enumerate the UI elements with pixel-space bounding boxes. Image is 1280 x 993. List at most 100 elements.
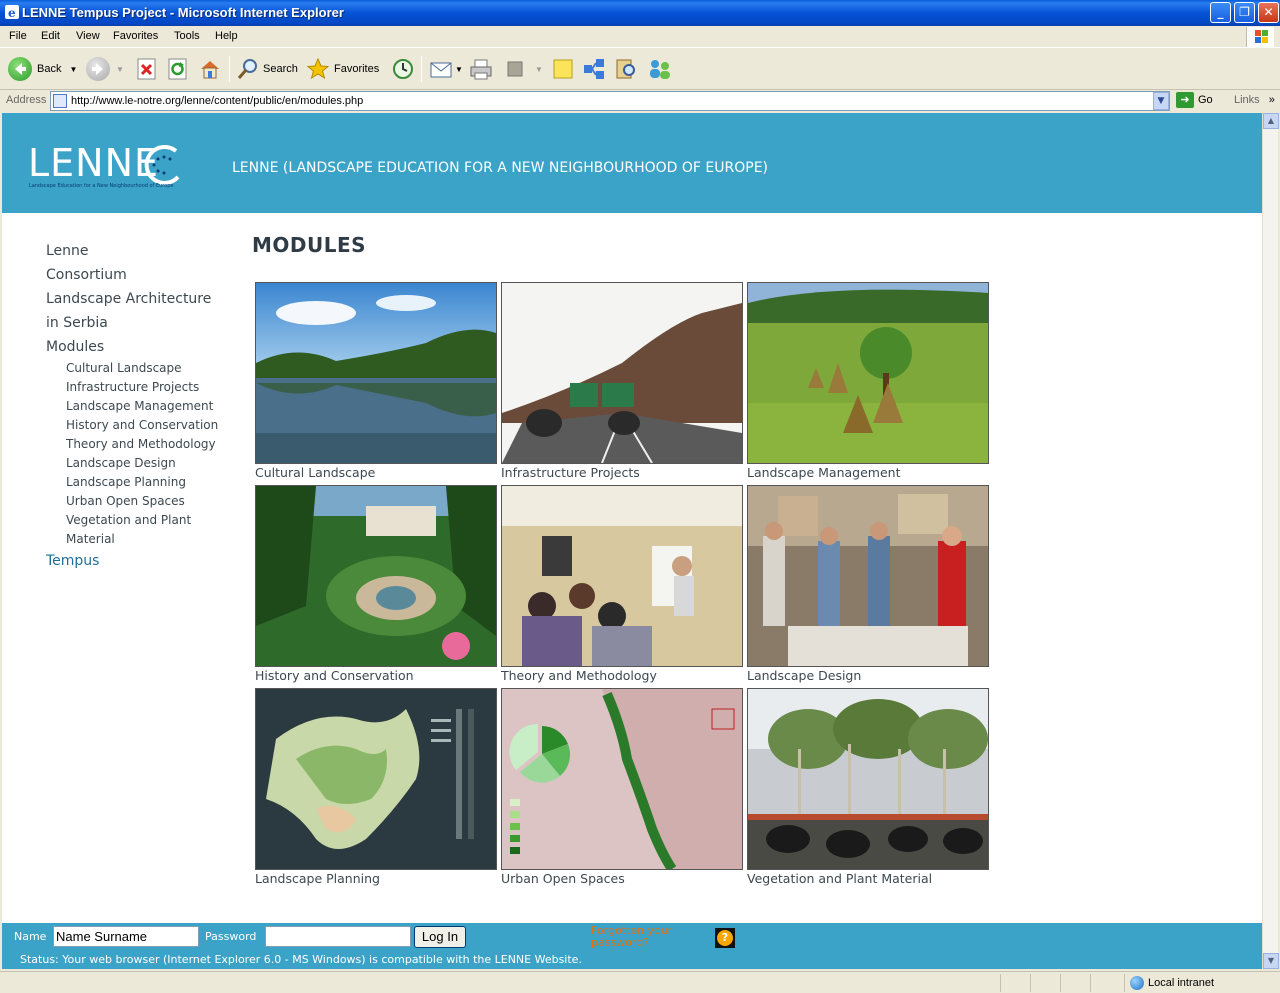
module-tile[interactable]: History and Conservation [255,485,497,683]
nav-landscape-management[interactable]: Landscape Management [46,397,236,416]
nav-infrastructure-projects[interactable]: Infrastructure Projects [46,378,236,397]
home-button[interactable] [198,55,222,83]
mail-button[interactable]: ▼ [429,55,463,83]
history-button[interactable] [391,55,415,83]
menu-favorites[interactable]: Favorites [113,30,158,42]
forward-dropdown-icon[interactable]: ▼ [116,65,124,74]
site-header: LENNE Landscape Education for a New Neig… [2,113,1262,213]
module-caption[interactable]: Vegetation and Plant Material [747,871,989,886]
module-image-lake[interactable] [255,282,497,464]
module-tile[interactable]: Urban Open Spaces [501,688,743,886]
module-tile[interactable]: Vegetation and Plant Material [747,688,989,886]
messenger-button[interactable] [582,55,606,83]
nav-theory-and-methodology[interactable]: Theory and Methodology [46,435,236,454]
module-image-garden[interactable] [255,485,497,667]
search-icon [237,59,257,79]
close-button[interactable]: ✕ [1258,2,1279,23]
links-button[interactable]: Links » [1234,94,1275,106]
maximize-button[interactable]: ❐ [1234,2,1255,23]
edit-dropdown-icon[interactable]: ▼ [535,65,543,74]
module-image-urban-map[interactable] [501,688,743,870]
favorites-star-icon [306,57,330,80]
module-tile[interactable]: Landscape Design [747,485,989,683]
nav-cultural-landscape[interactable]: Cultural Landscape [46,359,236,378]
lenne-logo[interactable]: LENNE Landscape Education for a New Neig… [28,137,188,197]
window-title: LENNE Tempus Project - Microsoft Interne… [22,5,344,20]
menu-edit[interactable]: Edit [41,30,60,42]
module-tile[interactable]: Theory and Methodology [501,485,743,683]
module-image-haystacks[interactable] [747,282,989,464]
module-caption[interactable]: Cultural Landscape [255,465,497,480]
module-tile[interactable]: Cultural Landscape [255,282,497,480]
nav-urban-open-spaces[interactable]: Urban Open Spaces [46,492,236,511]
search-button[interactable]: Search [236,55,298,83]
edit-button[interactable]: ▼ [505,55,543,83]
stop-button[interactable] [136,55,158,83]
nav-consortium[interactable]: Consortium [46,263,236,287]
password-input[interactable] [265,926,411,947]
address-bar: Address http://www.le-notre.org/lenne/co… [0,90,1280,112]
nav-in-serbia[interactable]: in Serbia [46,311,236,335]
nav-history-and-conservation[interactable]: History and Conservation [46,416,236,435]
module-caption[interactable]: Urban Open Spaces [501,871,743,886]
discuss-button[interactable] [551,55,575,83]
users-button[interactable] [647,55,673,83]
nav-tempus[interactable]: Tempus [46,549,236,573]
refresh-button[interactable] [167,55,189,83]
edit-icon [507,61,523,77]
menu-bar: File Edit View Favorites Tools Help [0,26,1280,48]
scroll-up-icon[interactable]: ▲ [1263,113,1279,129]
module-tile[interactable]: Infrastructure Projects [501,282,743,480]
module-caption[interactable]: Landscape Management [747,465,989,480]
page-viewport: LENNE Landscape Education for a New Neig… [2,113,1262,969]
nav-landscape-planning[interactable]: Landscape Planning [46,473,236,492]
menu-file[interactable]: File [9,30,27,42]
module-image-tunnel[interactable] [501,282,743,464]
back-arrow-icon [8,57,32,81]
nav-vegetation-and-plant[interactable]: Vegetation and Plant [46,511,236,530]
login-button[interactable]: Log In [414,926,466,948]
research-button[interactable] [614,55,638,83]
nav-modules[interactable]: Modules [46,335,236,359]
menu-view[interactable]: View [76,30,100,42]
minimize-button[interactable]: _ [1210,2,1231,23]
nav-material[interactable]: Material [46,530,236,549]
forgot-password-link[interactable]: Forgotten your password? [591,925,711,949]
nav-landscape-architecture[interactable]: Landscape Architecture [46,287,236,311]
scroll-down-icon[interactable]: ▼ [1263,953,1279,969]
back-button[interactable]: Back ▼ [8,55,77,83]
module-caption[interactable]: Infrastructure Projects [501,465,743,480]
back-dropdown-icon[interactable]: ▼ [69,65,77,74]
module-image-lecture[interactable] [501,485,743,667]
module-image-planning-map[interactable] [255,688,497,870]
module-caption[interactable]: Theory and Methodology [501,668,743,683]
nav-lenne[interactable]: Lenne [46,239,236,263]
history-icon [393,59,413,79]
address-dropdown-icon[interactable]: ▼ [1153,92,1169,110]
security-zone[interactable]: Local intranet [1130,976,1214,990]
mail-dropdown-icon[interactable]: ▼ [455,65,463,74]
address-input[interactable]: http://www.le-notre.org/lenne/content/pu… [50,91,1170,111]
eu-stars-icon [144,145,180,185]
module-image-nursery[interactable] [747,688,989,870]
status-divider [1124,974,1125,992]
mail-icon [430,62,452,78]
module-caption[interactable]: History and Conservation [255,668,497,683]
favorites-button[interactable]: Favorites [306,55,379,83]
vertical-scrollbar[interactable]: ▲ ▼ [1262,113,1279,969]
name-input[interactable] [53,926,199,947]
module-tile[interactable]: Landscape Management [747,282,989,480]
go-button[interactable]: ➜ Go [1176,92,1213,108]
print-button[interactable] [469,55,493,83]
help-icon[interactable]: ? [715,928,735,948]
module-image-students[interactable] [747,485,989,667]
menu-help[interactable]: Help [215,30,238,42]
forward-button[interactable]: ▼ [86,55,124,83]
nav-landscape-design[interactable]: Landscape Design [46,454,236,473]
module-caption[interactable]: Landscape Design [747,668,989,683]
logo-tagline: Landscape Education for a New Neighbourh… [29,183,174,189]
module-tile[interactable]: Landscape Planning [255,688,497,886]
refresh-icon [168,58,187,80]
menu-tools[interactable]: Tools [174,30,200,42]
module-caption[interactable]: Landscape Planning [255,871,497,886]
